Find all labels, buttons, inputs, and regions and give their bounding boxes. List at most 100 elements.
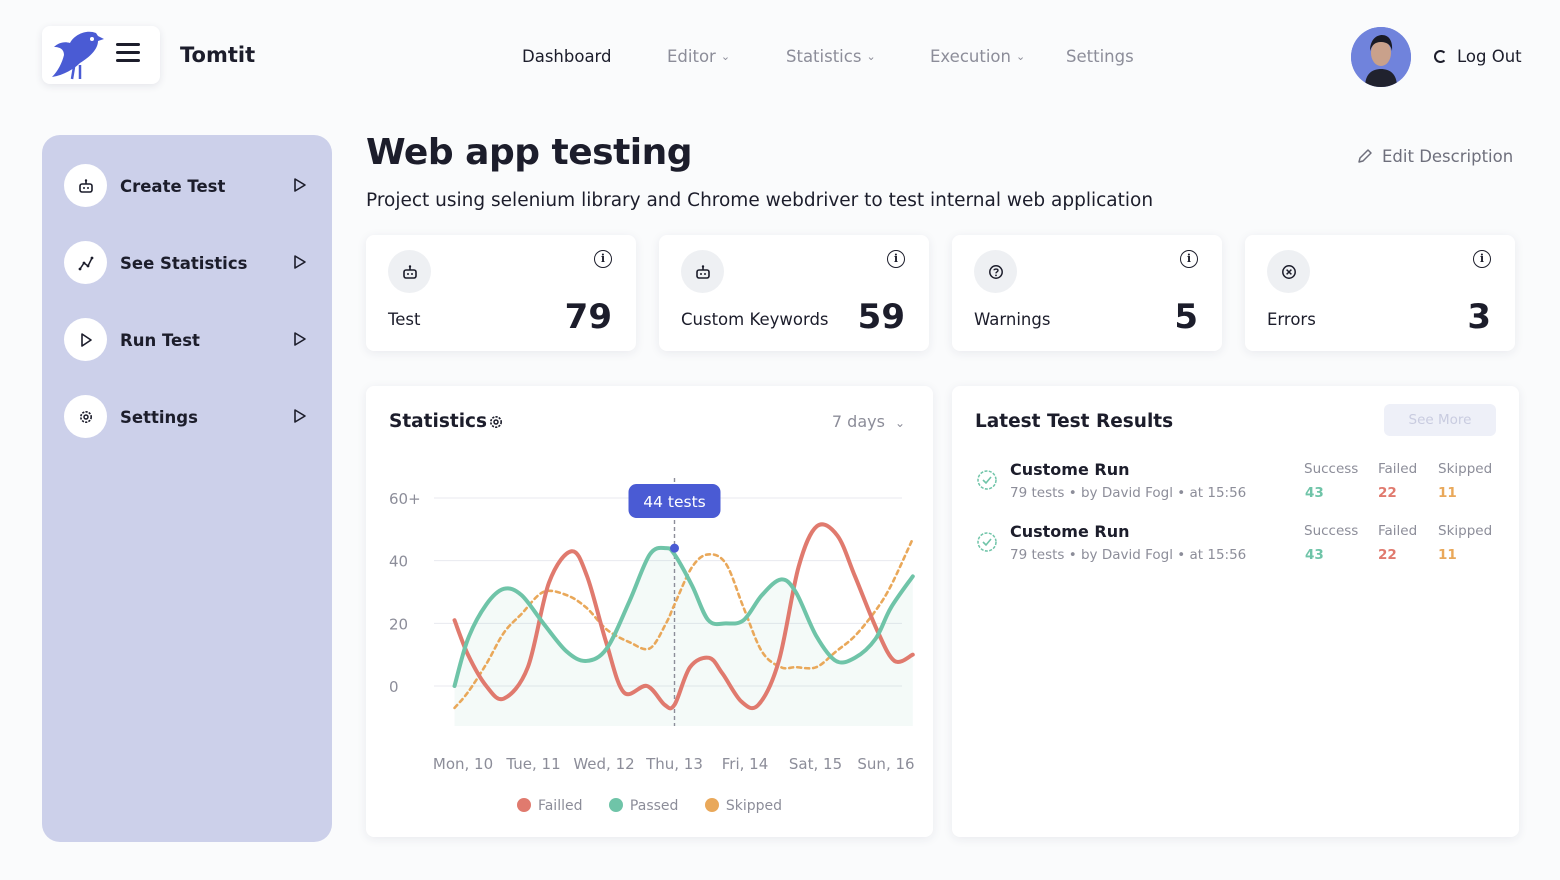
- failed-label: Failed: [1378, 523, 1418, 539]
- stat-card-warnings: i Warnings 5: [952, 235, 1222, 351]
- chart-legend: Failled Passed Skipped: [366, 798, 933, 814]
- legend-dot: [516, 798, 531, 812]
- statistics-chart: 0 20 40 60+ Mon, 10 Tue, 11 Wed, 12 Thu, 13 Fri,…: [389, 478, 915, 773]
- check-badge-icon: [977, 532, 997, 552]
- sidebar-item-label: Settings: [120, 408, 198, 427]
- page-description: Project using selenium library and Chrom…: [366, 190, 1154, 211]
- stat-value: 79: [564, 297, 612, 337]
- x-tick-label: Mon, 10: [433, 755, 493, 773]
- success-count: 43: [1305, 485, 1324, 501]
- stat-value: 3: [1467, 297, 1491, 337]
- edit-description-label: Edit Description: [1382, 147, 1514, 166]
- passed-area: [454, 547, 913, 726]
- latest-results-card: Latest Test Results See More Custome Run…: [952, 386, 1519, 837]
- legend-item-passed: Passed: [608, 798, 679, 814]
- play-icon: [294, 409, 306, 423]
- page-title: Web app testing: [366, 132, 693, 173]
- info-icon[interactable]: i: [1473, 250, 1491, 268]
- play-icon: [64, 318, 107, 361]
- run-meta: 79 tests • by David Fogl • at 15:56: [1010, 547, 1247, 563]
- chevron-down-icon: ⌄: [1015, 50, 1026, 63]
- info-icon[interactable]: i: [594, 250, 612, 268]
- logout-label: Log Out: [1457, 47, 1522, 66]
- x-tick-label: Sat, 15: [789, 755, 842, 773]
- y-tick-label: 20: [389, 615, 408, 633]
- y-tick-label: 0: [389, 678, 399, 696]
- x-tick-label: Thu, 13: [645, 755, 703, 773]
- stat-label: Custom Keywords: [681, 310, 829, 329]
- skipped-count: 11: [1438, 547, 1457, 563]
- nav-dashboard-label: Dashboard: [522, 47, 612, 66]
- play-icon: [294, 178, 306, 192]
- highlight-point: [670, 543, 679, 553]
- app-name: Tomtit: [180, 43, 256, 67]
- sidebar: Create Test See Statistics Run Test Sett…: [42, 135, 332, 842]
- stat-label: Warnings: [974, 310, 1051, 329]
- failed-count: 22: [1378, 485, 1397, 501]
- chevron-down-icon: ⌄: [720, 50, 731, 63]
- avatar-portrait-icon: [1351, 27, 1411, 87]
- result-row[interactable]: Custome Run 79 tests • by David Fogl • a…: [952, 460, 1519, 516]
- stat-value: 5: [1174, 297, 1198, 337]
- nav-statistics-label: Statistics: [786, 47, 862, 66]
- sidebar-item-see-statistics[interactable]: See Statistics: [64, 241, 314, 285]
- pencil-icon: [1358, 149, 1372, 163]
- logo-box: [42, 26, 160, 84]
- tooltip-label: 44 tests: [643, 493, 706, 511]
- chart-line-icon: [64, 241, 107, 284]
- nav-statistics[interactable]: Statistics ⌄: [786, 47, 876, 66]
- question-icon: [974, 250, 1017, 293]
- success-label: Success: [1304, 461, 1359, 477]
- legend-dot: [704, 798, 719, 812]
- nav-editor[interactable]: Editor ⌄: [667, 47, 730, 66]
- gear-icon: [64, 395, 107, 438]
- chevron-down-icon: ⌄: [866, 50, 876, 63]
- bird-logo-icon: [52, 31, 104, 80]
- info-icon[interactable]: i: [887, 250, 905, 268]
- info-icon[interactable]: i: [1180, 250, 1198, 268]
- legend-label: Passed: [629, 798, 679, 814]
- play-icon: [294, 332, 306, 346]
- skipped-label: Skipped: [1438, 523, 1493, 539]
- nav-execution[interactable]: Execution ⌄: [930, 47, 1025, 66]
- legend-label: Failled: [537, 798, 583, 814]
- sidebar-item-settings[interactable]: Settings: [64, 395, 314, 439]
- edit-description-button[interactable]: Edit Description: [1356, 147, 1513, 166]
- nav-execution-label: Execution: [930, 47, 1011, 66]
- play-icon: [294, 255, 306, 269]
- result-row[interactable]: Custome Run 79 tests • by David Fogl • a…: [952, 522, 1519, 578]
- nav-settings-label: Settings: [1066, 47, 1134, 66]
- failed-count: 22: [1378, 547, 1397, 563]
- x-tick-label: Fri, 14: [722, 755, 769, 773]
- robot-icon: [64, 164, 107, 207]
- stat-card-custom-keywords: i Custom Keywords 59: [659, 235, 929, 351]
- legend-item-failled: Failled: [516, 798, 583, 814]
- stat-label: Test: [388, 310, 421, 329]
- stat-label: Errors: [1267, 310, 1316, 329]
- legend-item-skipped: Skipped: [704, 798, 783, 814]
- sidebar-item-run-test[interactable]: Run Test: [64, 318, 314, 362]
- statistics-card: Statistics 7 days ⌄ 0 20 40 60+ Mon, 10 Tue, 1…: [366, 386, 933, 837]
- nav-settings[interactable]: Settings: [1066, 47, 1134, 66]
- check-badge-icon: [977, 470, 997, 490]
- y-tick-label: 40: [389, 553, 408, 571]
- sidebar-item-label: Run Test: [120, 331, 200, 350]
- nav-dashboard[interactable]: Dashboard: [522, 47, 612, 66]
- robot-icon: [681, 250, 724, 293]
- x-tick-label: Tue, 11: [505, 755, 560, 773]
- sidebar-item-create-test[interactable]: Create Test: [64, 164, 314, 208]
- success-label: Success: [1304, 523, 1359, 539]
- y-tick-label: 60+: [389, 490, 421, 508]
- legend-label: Skipped: [725, 798, 783, 814]
- skipped-label: Skipped: [1438, 461, 1493, 477]
- logout-button[interactable]: Log Out: [1434, 47, 1522, 66]
- x-circle-icon: [1267, 250, 1310, 293]
- x-tick-label: Wed, 12: [573, 755, 634, 773]
- see-more-button[interactable]: See More: [1384, 404, 1496, 436]
- success-count: 43: [1305, 547, 1324, 563]
- menu-icon[interactable]: [116, 43, 140, 63]
- avatar[interactable]: [1351, 27, 1411, 87]
- logout-icon: [1434, 50, 1447, 63]
- run-meta: 79 tests • by David Fogl • at 15:56: [1010, 485, 1247, 501]
- legend-dot: [608, 798, 623, 812]
